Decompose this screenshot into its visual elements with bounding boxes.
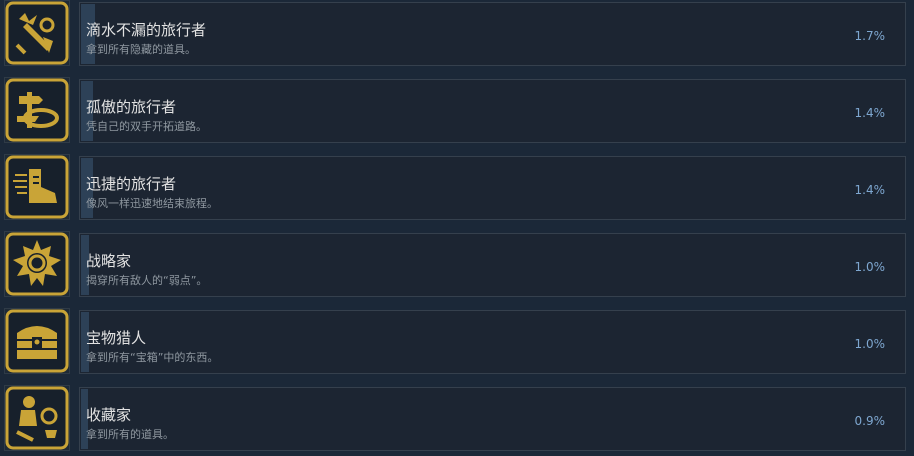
winged-boot-icon (5, 155, 69, 219)
achievement-icon-frame (4, 154, 70, 220)
achievement-unlock-percent: 0.9% (854, 414, 886, 428)
achievement-description: 拿到所有隐藏的道具。 (86, 43, 196, 56)
achievement-row[interactable]: 滴水不漏的旅行者 拿到所有隐藏的道具。 1.7% (0, 0, 914, 70)
achievement-panel: 滴水不漏的旅行者 拿到所有隐藏的道具。 1.7% (79, 2, 906, 66)
achievement-row[interactable]: 战略家 揭穿所有敌人的“弱点”。 1.0% (0, 231, 914, 301)
achievement-list: 滴水不漏的旅行者 拿到所有隐藏的道具。 1.7% 孤傲的旅行者 凭自己的双手开拓… (0, 0, 914, 456)
achievement-description: 像风一样迅速地结束旅程。 (86, 197, 218, 210)
achievement-unlock-percent: 1.7% (854, 29, 886, 43)
achievement-row[interactable]: 宝物猎人 拿到所有“宝箱”中的东西。 1.0% (0, 308, 914, 378)
achievement-description: 拿到所有的道具。 (86, 428, 174, 441)
sword-relic-icon (5, 1, 69, 65)
achievement-unlock-percent: 1.4% (854, 183, 886, 197)
achievement-row[interactable]: 收藏家 拿到所有的道具。 0.9% (0, 385, 914, 455)
achievement-panel: 收藏家 拿到所有的道具。 0.9% (79, 387, 906, 451)
achievement-panel: 宝物猎人 拿到所有“宝箱”中的东西。 1.0% (79, 310, 906, 374)
achievement-icon-frame (4, 385, 70, 451)
achievement-title: 战略家 (86, 252, 132, 270)
achievement-description: 拿到所有“宝箱”中的东西。 (86, 351, 219, 364)
achievement-title: 收藏家 (86, 406, 132, 424)
achievement-row[interactable]: 迅捷的旅行者 像风一样迅速地结束旅程。 1.4% (0, 154, 914, 224)
achievement-title: 孤傲的旅行者 (86, 98, 177, 116)
achievement-icon-frame (4, 231, 70, 297)
achievement-panel: 孤傲的旅行者 凭自己的双手开拓道路。 1.4% (79, 79, 906, 143)
achievement-unlock-percent: 1.0% (854, 260, 886, 274)
achievement-unlock-percent: 1.4% (854, 106, 886, 120)
achievement-icon-frame (4, 308, 70, 374)
achievement-row[interactable]: 孤傲的旅行者 凭自己的双手开拓道路。 1.4% (0, 77, 914, 147)
achievement-panel: 战略家 揭穿所有敌人的“弱点”。 1.0% (79, 233, 906, 297)
achievement-description: 揭穿所有敌人的“弱点”。 (86, 274, 208, 287)
achievement-icon-frame (4, 0, 70, 66)
achievement-description: 凭自己的双手开拓道路。 (86, 120, 207, 133)
sun-crest-icon (5, 232, 69, 296)
achievement-unlock-percent: 1.0% (854, 337, 886, 351)
achievement-title: 滴水不漏的旅行者 (86, 21, 207, 39)
signpost-icon (5, 78, 69, 142)
treasure-chest-icon (5, 309, 69, 373)
achievement-icon-frame (4, 77, 70, 143)
achievement-title: 迅捷的旅行者 (86, 175, 177, 193)
achievement-panel: 迅捷的旅行者 像风一样迅速地结束旅程。 1.4% (79, 156, 906, 220)
collection-icon (5, 386, 69, 450)
achievement-title: 宝物猎人 (86, 329, 147, 347)
